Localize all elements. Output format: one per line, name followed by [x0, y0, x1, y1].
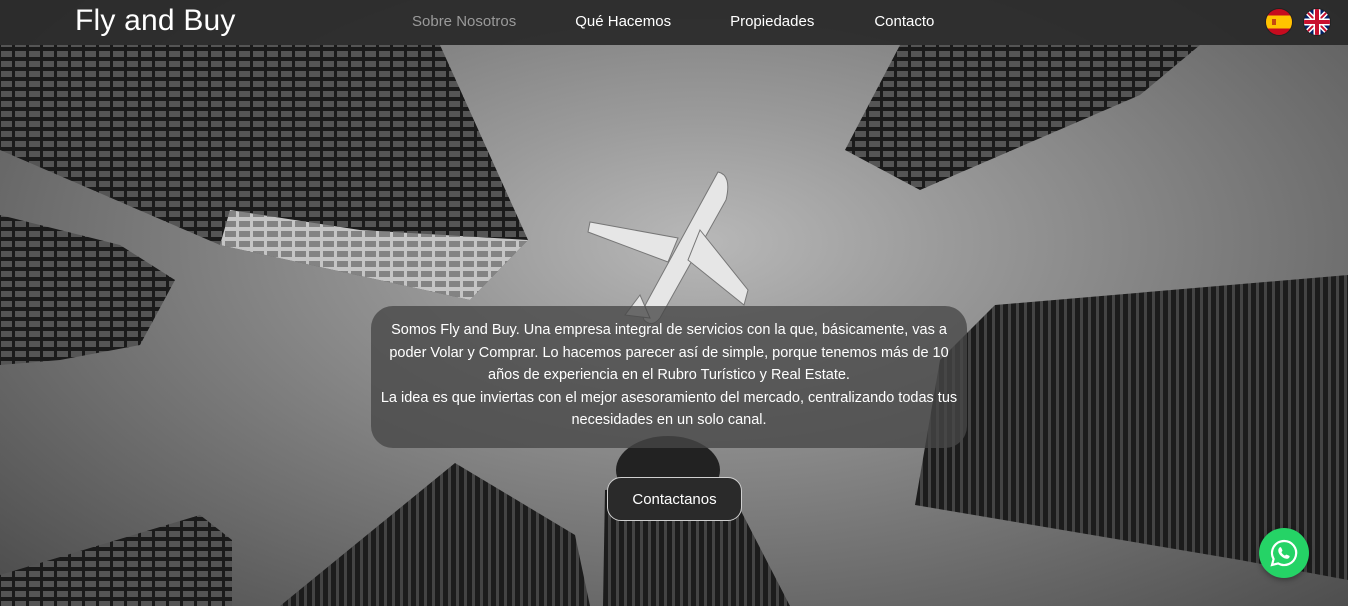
- brand-logo-link[interactable]: Fly and Buy: [75, 4, 236, 38]
- spain-flag-icon[interactable]: [1266, 9, 1292, 35]
- nav-links: Sobre Nosotros Qué Hacemos Propiedades C…: [412, 13, 934, 30]
- top-navbar: Fly and Buy Sobre Nosotros Qué Hacemos P…: [0, 0, 1348, 45]
- intro-paragraph-2: La idea es que inviertas con el mejor as…: [380, 389, 958, 429]
- intro-paragraph-1: Somos Fly and Buy. Una empresa integral …: [389, 322, 949, 383]
- nav-link-contacto[interactable]: Contacto: [874, 13, 934, 30]
- landing-page: Fly and Buy Sobre Nosotros Qué Hacemos P…: [0, 0, 1348, 606]
- whatsapp-button[interactable]: [1259, 528, 1309, 578]
- nav-link-sobre-nosotros[interactable]: Sobre Nosotros: [412, 13, 516, 30]
- uk-flag-icon[interactable]: [1304, 9, 1330, 35]
- nav-link-que-hacemos[interactable]: Qué Hacemos: [575, 13, 671, 30]
- nav-link-propiedades[interactable]: Propiedades: [730, 13, 814, 30]
- intro-text-panel: Somos Fly and Buy. Una empresa integral …: [371, 306, 967, 448]
- whatsapp-icon: [1270, 539, 1298, 567]
- contact-button[interactable]: Contactanos: [607, 477, 742, 521]
- language-switcher: [1266, 9, 1330, 35]
